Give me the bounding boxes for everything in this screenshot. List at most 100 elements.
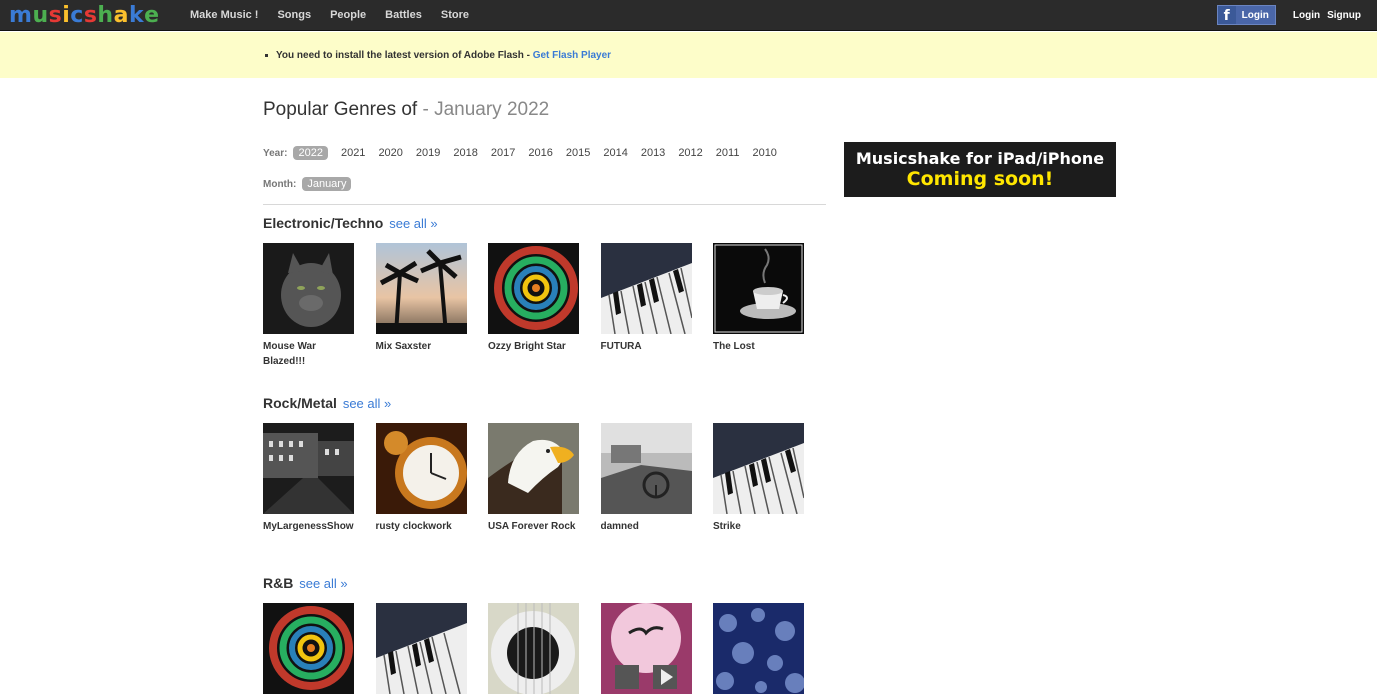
musicshake-logo[interactable]: musicshake bbox=[9, 3, 160, 28]
bird-pink-photo[interactable] bbox=[600, 603, 692, 694]
genre-name: Rock/Metal bbox=[263, 395, 337, 411]
song-card[interactable] bbox=[375, 603, 489, 694]
account-nav: f Login Login Signup bbox=[1216, 5, 1361, 25]
year-option[interactable]: 2013 bbox=[641, 147, 665, 159]
song-title[interactable]: MyLargenessShow bbox=[263, 519, 355, 534]
song-title[interactable]: damned bbox=[601, 519, 693, 534]
logo-letter: s bbox=[48, 3, 63, 28]
night-street-photo[interactable] bbox=[263, 423, 354, 514]
divider bbox=[263, 204, 826, 205]
old-car-photo[interactable] bbox=[600, 423, 692, 514]
song-card[interactable]: The Lost bbox=[713, 243, 826, 369]
see-all-link[interactable]: see all » bbox=[389, 216, 437, 231]
song-title[interactable]: Mix Saxster bbox=[376, 339, 468, 354]
month-option-selected[interactable]: January bbox=[302, 177, 352, 191]
genre-heading-rock: Rock/Metal see all » bbox=[263, 395, 391, 411]
year-option[interactable]: 2020 bbox=[378, 147, 402, 159]
main-nav: Make Music ! Songs People Battles Store bbox=[190, 9, 488, 21]
ad-line-2: Coming soon! bbox=[906, 168, 1054, 190]
piano-keys-photo[interactable] bbox=[600, 243, 692, 334]
song-title[interactable]: Strike bbox=[713, 519, 805, 534]
song-card[interactable] bbox=[600, 603, 714, 694]
nav-store[interactable]: Store bbox=[441, 9, 469, 21]
song-title[interactable]: USA Forever Rock bbox=[488, 519, 580, 534]
logo-letter: e bbox=[144, 3, 160, 28]
nav-songs[interactable]: Songs bbox=[277, 9, 311, 21]
song-card[interactable]: FUTURA bbox=[600, 243, 714, 369]
year-filter: Year: 2022 2021 2020 2019 2018 2017 2016… bbox=[263, 146, 790, 160]
logo-letter: i bbox=[62, 3, 71, 28]
year-option-selected[interactable]: 2022 bbox=[293, 146, 328, 160]
year-option[interactable]: 2016 bbox=[528, 147, 552, 159]
flash-notice-bar: You need to install the latest version o… bbox=[0, 32, 1377, 78]
month-label: Month: bbox=[263, 178, 297, 190]
fractal-spiral-photo[interactable] bbox=[263, 603, 354, 694]
logo-letter: u bbox=[32, 3, 49, 28]
see-all-link[interactable]: see all » bbox=[299, 576, 347, 591]
genre-name: R&B bbox=[263, 575, 294, 591]
year-option[interactable]: 2010 bbox=[752, 147, 776, 159]
song-card[interactable]: USA Forever Rock bbox=[488, 423, 601, 534]
flash-notice-text: You need to install the latest version o… bbox=[276, 50, 533, 61]
nav-make-music[interactable]: Make Music ! bbox=[190, 9, 258, 21]
logo-letter: a bbox=[113, 3, 129, 28]
genre-name: Electronic/Techno bbox=[263, 215, 384, 231]
genre-heading-rnb: R&B see all » bbox=[263, 575, 348, 591]
song-card[interactable] bbox=[713, 603, 826, 694]
guitar-photo[interactable] bbox=[488, 603, 579, 694]
cat-photo[interactable] bbox=[263, 243, 354, 334]
fractal-spiral-photo[interactable] bbox=[488, 243, 579, 334]
ad-line-1: Musicshake for iPad/iPhone bbox=[855, 149, 1105, 168]
login-link[interactable]: Login bbox=[1293, 10, 1320, 21]
year-option[interactable]: 2019 bbox=[416, 147, 440, 159]
clock-photo[interactable] bbox=[375, 423, 467, 514]
year-option[interactable]: 2018 bbox=[453, 147, 477, 159]
genre-heading-electronic: Electronic/Techno see all » bbox=[263, 215, 438, 231]
song-card[interactable]: rusty clockwork bbox=[375, 423, 489, 534]
blue-bokeh-photo[interactable] bbox=[713, 603, 804, 694]
piano-keys-photo[interactable] bbox=[375, 603, 467, 694]
logo-letter: s bbox=[83, 3, 98, 28]
song-title[interactable]: FUTURA bbox=[601, 339, 693, 354]
nav-people[interactable]: People bbox=[330, 9, 366, 21]
song-card[interactable]: Strike bbox=[713, 423, 826, 534]
genre-song-list: Mouse War Blazed!!! Mix Saxster Ozzy Bri… bbox=[263, 243, 826, 369]
logo-letter: m bbox=[9, 3, 33, 28]
song-card[interactable] bbox=[263, 603, 376, 694]
piano-keys-photo[interactable] bbox=[713, 423, 804, 514]
year-option[interactable]: 2017 bbox=[491, 147, 515, 159]
get-flash-player-link[interactable]: Get Flash Player bbox=[533, 50, 611, 61]
song-title[interactable]: rusty clockwork bbox=[376, 519, 468, 534]
year-option[interactable]: 2015 bbox=[566, 147, 590, 159]
page-title: Popular Genres of - January 2022 bbox=[263, 99, 549, 121]
palm-sunset-photo[interactable] bbox=[375, 243, 467, 334]
page-title-main: Popular Genres of bbox=[263, 99, 423, 120]
year-option[interactable]: 2011 bbox=[716, 147, 740, 159]
flash-notice: You need to install the latest version o… bbox=[265, 50, 611, 61]
logo-letter: c bbox=[70, 3, 84, 28]
nav-battles[interactable]: Battles bbox=[385, 9, 422, 21]
facebook-icon: f bbox=[1217, 6, 1236, 24]
logo-letter: k bbox=[128, 3, 145, 28]
month-filter: Month: January bbox=[263, 177, 364, 191]
song-card[interactable]: MyLargenessShow bbox=[263, 423, 376, 534]
signup-link[interactable]: Signup bbox=[1327, 10, 1361, 21]
ipad-iphone-ad-banner[interactable]: Musicshake for iPad/iPhone Coming soon! bbox=[844, 142, 1116, 197]
facebook-login-button[interactable]: f Login bbox=[1216, 5, 1276, 25]
song-title[interactable]: The Lost bbox=[713, 339, 805, 354]
song-card[interactable]: damned bbox=[600, 423, 714, 534]
see-all-link[interactable]: see all » bbox=[343, 396, 391, 411]
song-card[interactable]: Ozzy Bright Star bbox=[488, 243, 601, 369]
year-option[interactable]: 2014 bbox=[603, 147, 627, 159]
bullet-icon bbox=[265, 53, 268, 57]
coffee-cup-photo[interactable] bbox=[713, 243, 804, 334]
song-card[interactable]: Mix Saxster bbox=[375, 243, 489, 369]
genre-song-list: MyLargenessShow rusty clockwork USA Fore… bbox=[263, 423, 826, 534]
song-title[interactable]: Ozzy Bright Star bbox=[488, 339, 580, 354]
year-option[interactable]: 2012 bbox=[678, 147, 702, 159]
eagle-photo[interactable] bbox=[488, 423, 579, 514]
song-card[interactable]: Mouse War Blazed!!! bbox=[263, 243, 376, 369]
year-option[interactable]: 2021 bbox=[341, 147, 365, 159]
song-title[interactable]: Mouse War Blazed!!! bbox=[263, 339, 355, 369]
song-card[interactable] bbox=[488, 603, 601, 694]
